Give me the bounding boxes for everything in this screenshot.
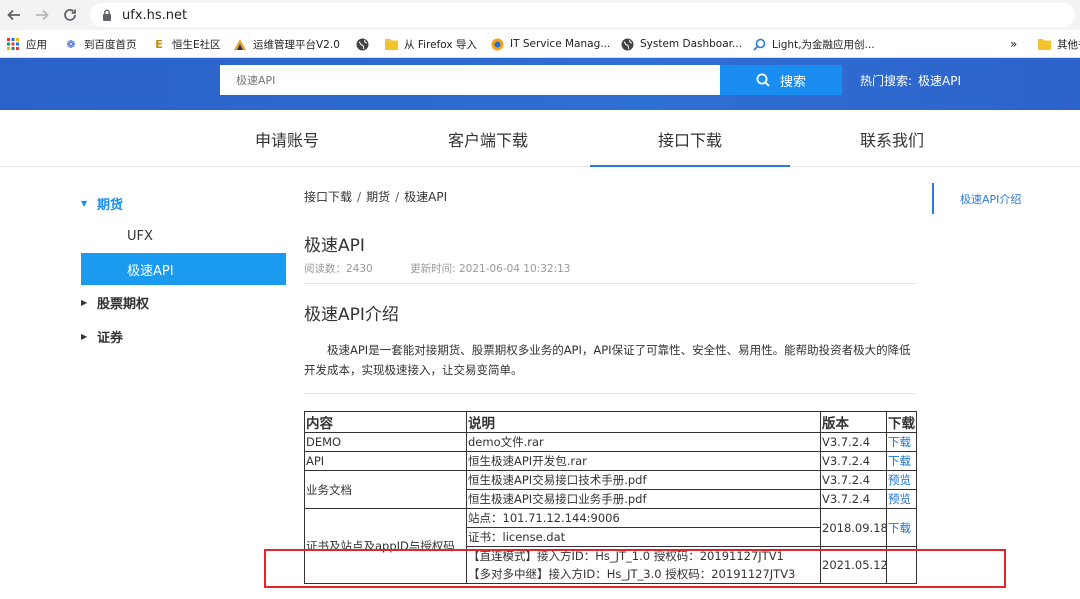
hundsun-e-icon: E [155, 37, 163, 51]
cell-version: V3.7.2.4 [820, 470, 887, 490]
table-row: 业务文档 恒生极速API交易接口技术手册.pdf V3.7.2.4 预览 [304, 470, 917, 509]
caret-right-icon: ▶ [81, 297, 88, 307]
divider [304, 283, 916, 284]
credential-relay: 【多对多中继】接入方ID：Hs_JT_3.0 授权码：20191127JTV3 [468, 567, 796, 581]
cell-content: 业务文档 [304, 470, 467, 509]
breadcrumb: 接口下载 / 期货 / 极速API [304, 190, 448, 204]
cell-version: V3.7.2.4 [820, 432, 887, 452]
intro-paragraph: 极速API是一套能对接期货、股票期权多业务的API，API保证了可靠性、安全性、… [304, 343, 911, 377]
article: 接口下载 / 期货 / 极速API 极速API 阅读数：2430 更新时间: 2021-… [304, 180, 917, 599]
bookmark-system-dashboard[interactable]: System Dashboar... [620, 30, 742, 58]
hot-search: 热门搜索: 极速API [860, 70, 961, 90]
column-header: 内容 [304, 411, 467, 433]
article-meta: 阅读数：2430 更新时间: 2021-06-04 10:32:13 [304, 261, 570, 276]
cell-version: 2018.09.18 [820, 508, 887, 547]
table-header-row: 内容 说明 版本 下载 [304, 411, 917, 433]
toc-item-intro[interactable]: 极速API介绍 [932, 183, 1062, 214]
cell-desc: 站点：101.71.12.144:9006 [466, 508, 821, 528]
it-service-icon [490, 37, 504, 51]
browser-toolbar: ufx.hs.net [0, 0, 1080, 30]
column-header: 版本 [820, 411, 887, 433]
credential-direct: 【直连模式】接入方ID：Hs_JT_1.0 授权码：20191127JTV1 [468, 549, 784, 563]
address-bar[interactable]: ufx.hs.net [90, 3, 1075, 27]
nav-apply-account[interactable]: 申请账号 [187, 111, 387, 167]
preview-link[interactable]: 预览 [886, 489, 917, 509]
cell-desc: 恒生极速API交易接口技术手册.pdf [466, 470, 821, 490]
url-text: ufx.hs.net [122, 7, 188, 23]
breadcrumb-item: 极速API [404, 190, 448, 204]
table-row: DEMO demo文件.rar V3.7.2.4 下载 [304, 432, 917, 452]
read-count: 阅读数：2430 [304, 263, 373, 275]
cell-desc: 证书：license.dat [466, 527, 821, 547]
column-header: 说明 [466, 411, 821, 433]
sidebar-item-ufx[interactable]: UFX [81, 220, 286, 252]
divider [304, 393, 916, 394]
bookmarks-overflow-chevron[interactable]: » [1010, 30, 1017, 58]
page-title: 极速API [304, 236, 365, 256]
search-icon [756, 73, 770, 87]
forward-arrow-icon[interactable] [30, 3, 54, 27]
breadcrumb-item[interactable]: 期货 [366, 190, 390, 204]
preview-link[interactable]: 预览 [886, 470, 917, 490]
globe-icon [355, 37, 369, 51]
bookmark-other[interactable]: 其他书 [1037, 30, 1080, 58]
cell-version: V3.7.2.4 [820, 451, 887, 471]
sidebar-group-securities[interactable]: ▶ 证券 [81, 321, 286, 351]
search-button[interactable]: 搜索 [720, 65, 842, 95]
baidu-paw-icon: ❁ [66, 37, 76, 51]
apps-grid-icon [6, 37, 20, 51]
table-row: 证书及站点及appID与授权码 站点：101.71.12.144:9006 20… [304, 508, 917, 584]
sidebar-group-futures[interactable]: ▼ 期货 [81, 188, 286, 218]
lock-icon [103, 9, 111, 21]
hot-search-link[interactable]: 极速API [918, 72, 961, 89]
bookmark-firefox-import[interactable]: 从 Firefox 导入 [384, 30, 477, 58]
bookmark-hundsun-community[interactable]: E 恒生E社区 [152, 30, 220, 58]
table-row: API 恒生极速API开发包.rar V3.7.2.4 下载 [304, 451, 917, 471]
site-header: 搜索 热门搜索: 极速API [0, 58, 1080, 110]
folder-icon [384, 37, 398, 51]
download-link[interactable]: 下载 [886, 508, 917, 547]
bookmark-it-service[interactable]: IT Service Manag... [490, 30, 610, 58]
bookmark-light[interactable]: Light,为金融应用创... [752, 30, 875, 58]
download-link[interactable]: 下载 [886, 451, 917, 471]
cell-desc: 恒生极速API交易接口业务手册.pdf [466, 489, 821, 509]
download-link[interactable]: 下载 [886, 432, 917, 452]
cell-version: 2021.05.12 [820, 546, 887, 584]
light-search-icon [752, 37, 766, 51]
reload-icon[interactable] [58, 3, 82, 27]
bookmark-ops-platform[interactable]: 运维管理平台V2.0 [233, 30, 340, 58]
cell-content: 证书及站点及appID与授权码 [304, 508, 467, 584]
back-arrow-icon[interactable] [2, 3, 26, 27]
caret-right-icon: ▶ [81, 331, 88, 341]
download-table: 内容 说明 版本 下载 DEMO demo文件.rar V3.7.2.4 下载 … [304, 411, 917, 584]
section-title: 极速API介绍 [304, 305, 399, 325]
cell-version: V3.7.2.4 [820, 489, 887, 509]
nav-interface-download[interactable]: 接口下载 [590, 111, 790, 167]
hot-search-label: 热门搜索: [860, 73, 913, 88]
breadcrumb-item[interactable]: 接口下载 [304, 190, 352, 204]
cell-content: DEMO [304, 432, 467, 452]
bookmark-baidu[interactable]: ❁ 到百度首页 [64, 30, 136, 58]
sidebar-group-stock-options[interactable]: ▶ 股票期权 [81, 287, 286, 317]
cell-desc: demo文件.rar [466, 432, 821, 452]
bookmarks-bar: 应用 ❁ 到百度首页 E 恒生E社区 运维管理平台V2.0 从 Firefox … [0, 30, 1080, 58]
main-nav: 申请账号 客户端下载 接口下载 联系我们 [0, 111, 1080, 167]
ops-platform-icon [233, 37, 247, 51]
update-time: 更新时间: 2021-06-04 10:32:13 [410, 263, 571, 275]
column-header: 下载 [886, 411, 917, 433]
sidebar-item-jisu-api[interactable]: 极速API [81, 253, 286, 285]
nav-client-download[interactable]: 客户端下载 [388, 111, 588, 167]
search-input[interactable] [220, 65, 720, 95]
sidebar: ▼ 期货 UFX 极速API ▶ 股票期权 ▶ 证券 [81, 186, 286, 366]
cell-empty [886, 546, 917, 584]
cell-desc-credentials: 【直连模式】接入方ID：Hs_JT_1.0 授权码：20191127JTV1 【… [466, 546, 821, 584]
bookmark-apps[interactable]: 应用 [6, 30, 47, 58]
folder-icon [1037, 37, 1051, 51]
globe-icon [620, 37, 634, 51]
cell-content: API [304, 451, 467, 471]
bookmark-globe[interactable] [355, 30, 375, 58]
nav-contact-us[interactable]: 联系我们 [792, 111, 992, 167]
caret-down-icon: ▼ [81, 198, 88, 208]
cell-desc: 恒生极速API开发包.rar [466, 451, 821, 471]
